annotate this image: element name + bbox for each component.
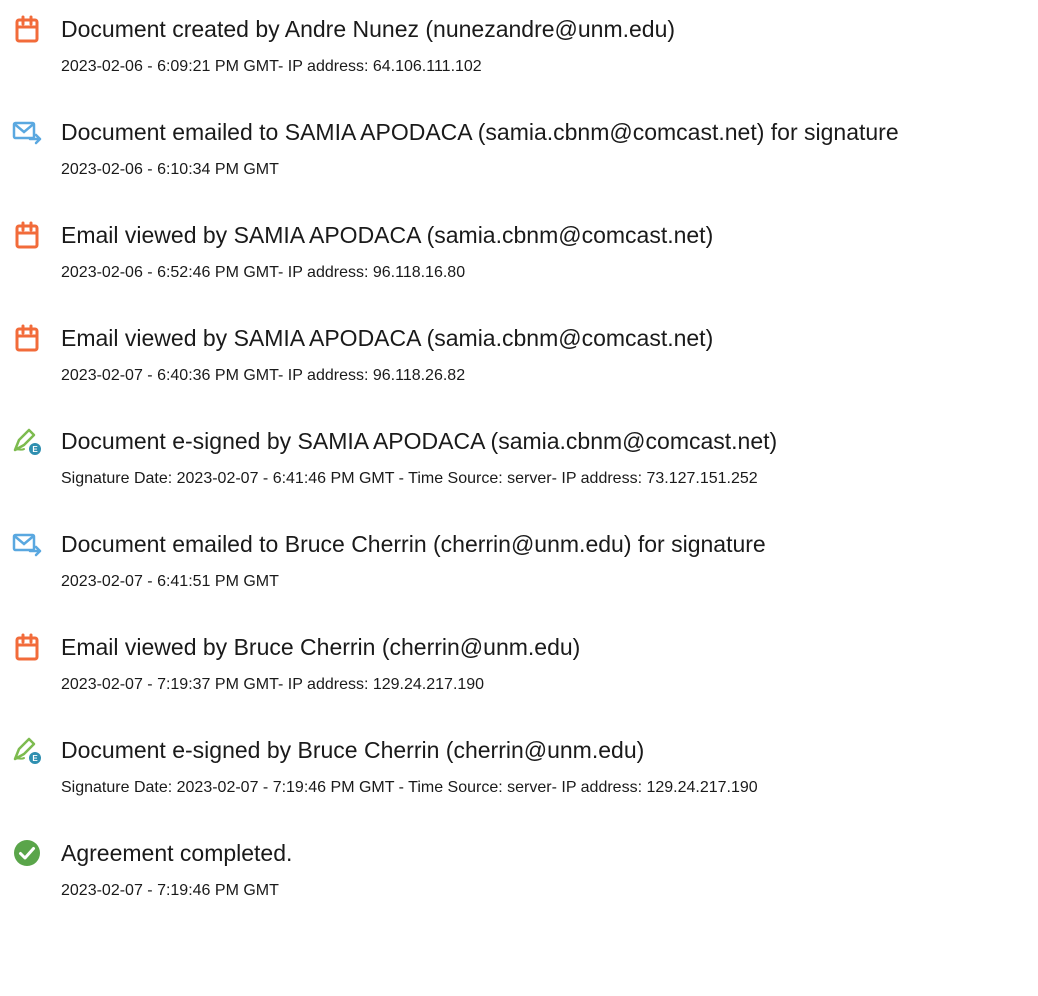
entry-detail: 2023-02-07 - 7:19:46 PM GMT	[61, 882, 279, 899]
audit-entry: Document created by Andre Nunez (nunezan…	[0, 14, 1038, 104]
e-sign-pen-icon: E	[12, 426, 42, 456]
document-viewed-icon	[12, 632, 42, 662]
audit-entry: Email viewed by SAMIA APODACA (samia.cbn…	[0, 323, 1038, 413]
entry-detail: 2023-02-07 - 6:41:51 PM GMT	[61, 573, 279, 590]
entry-detail: 2023-02-07 - 6:40:36 PM GMT- IP address:…	[61, 367, 466, 384]
audit-entry: Email viewed by Bruce Cherrin (cherrin@u…	[0, 632, 1038, 722]
svg-text:E: E	[32, 754, 38, 763]
audit-entry: E Document e-signed by SAMIA APODACA (sa…	[0, 426, 1038, 516]
entry-title: Document e-signed by Bruce Cherrin (cher…	[61, 737, 645, 763]
svg-text:E: E	[32, 445, 38, 454]
entry-detail: 2023-02-06 - 6:09:21 PM GMT- IP address:…	[61, 58, 482, 75]
entry-title: Email viewed by Bruce Cherrin (cherrin@u…	[61, 634, 581, 660]
document-viewed-icon	[12, 220, 42, 250]
e-sign-pen-icon: E	[12, 735, 42, 765]
entry-title: Agreement completed.	[61, 840, 293, 866]
email-sent-icon	[12, 529, 42, 559]
audit-entry: Document emailed to SAMIA APODACA (samia…	[0, 117, 1038, 207]
document-created-icon	[12, 14, 42, 44]
entry-title: Document e-signed by SAMIA APODACA (sami…	[61, 428, 778, 454]
audit-entry: E Document e-signed by Bruce Cherrin (ch…	[0, 735, 1038, 825]
entry-title: Email viewed by SAMIA APODACA (samia.cbn…	[61, 222, 714, 248]
audit-entry: Agreement completed. 2023-02-07 - 7:19:4…	[0, 838, 1038, 928]
audit-entry: Document emailed to Bruce Cherrin (cherr…	[0, 529, 1038, 619]
entry-detail: 2023-02-06 - 6:10:34 PM GMT	[61, 161, 279, 178]
audit-entry: Email viewed by SAMIA APODACA (samia.cbn…	[0, 220, 1038, 310]
email-sent-icon	[12, 117, 42, 147]
entry-title: Email viewed by SAMIA APODACA (samia.cbn…	[61, 325, 714, 351]
entry-title: Document emailed to SAMIA APODACA (samia…	[61, 119, 899, 145]
entry-detail: Signature Date: 2023-02-07 - 6:41:46 PM …	[61, 470, 758, 487]
entry-title: Document created by Andre Nunez (nunezan…	[61, 16, 676, 42]
entry-detail: Signature Date: 2023-02-07 - 7:19:46 PM …	[61, 779, 758, 796]
document-viewed-icon	[12, 323, 42, 353]
entry-detail: 2023-02-06 - 6:52:46 PM GMT- IP address:…	[61, 264, 466, 281]
completed-check-icon	[12, 838, 42, 868]
entry-detail: 2023-02-07 - 7:19:37 PM GMT- IP address:…	[61, 676, 485, 693]
entry-title: Document emailed to Bruce Cherrin (cherr…	[61, 531, 766, 557]
